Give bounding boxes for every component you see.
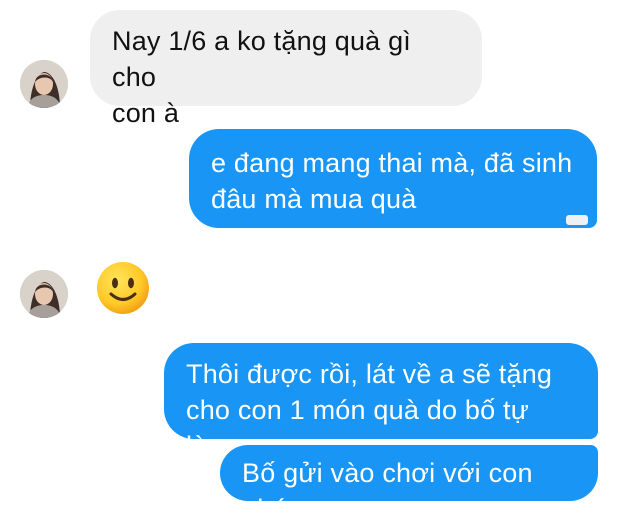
- message-bubble-outgoing[interactable]: Thôi được rồi, lát về a sẽ tặng cho con …: [164, 343, 598, 461]
- message-bubble-outgoing[interactable]: e đang mang thai mà, đã sinh đâu mà mua …: [189, 129, 597, 228]
- chat-thread: Nay 1/6 a ko tặng quà gì cho con à e đan…: [0, 0, 640, 524]
- avatar-photo-icon: [20, 270, 68, 318]
- contact-avatar[interactable]: [20, 60, 68, 108]
- avatar-photo-icon: [20, 60, 68, 108]
- message-bubble-outgoing[interactable]: Bố gửi vào chơi với con nhé: [220, 445, 598, 524]
- contact-avatar[interactable]: [20, 270, 68, 318]
- seen-indicator: [566, 215, 588, 225]
- message-bubble-incoming[interactable]: Nay 1/6 a ko tặng quà gì cho con à: [90, 10, 482, 128]
- slightly-smiling-face-icon[interactable]: [95, 260, 151, 316]
